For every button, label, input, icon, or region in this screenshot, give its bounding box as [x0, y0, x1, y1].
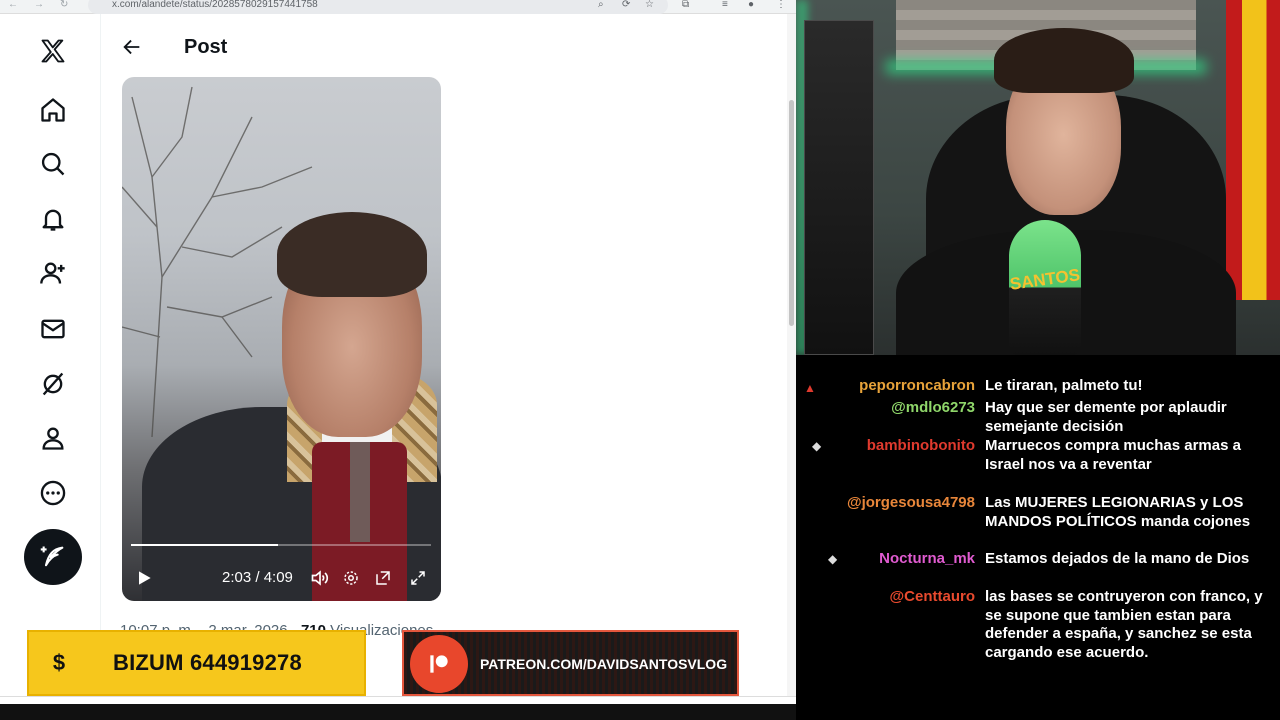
chat-text: Las MUJERES LEGIONARIAS y LOS MANDOS POL…	[985, 494, 1251, 530]
display-shelf	[804, 20, 874, 355]
chat-text: Estamos dejados de la mano de Dios	[985, 550, 1250, 567]
chat-username: Nocturna_mk	[879, 550, 975, 567]
screen: ← → ↻ x.com/alandete/status/202857802915…	[0, 0, 1280, 720]
bookmark-star-icon[interactable]: ☆	[645, 0, 654, 10]
video-time: 2:03 / 4:09	[222, 569, 293, 586]
messages-envelope-icon[interactable]	[30, 306, 76, 352]
patreon-banner: PATREON.COM/DAVIDSANTOSVLOG	[402, 630, 739, 696]
chat-username: peporroncabron	[859, 377, 975, 394]
hair-shape	[277, 212, 427, 297]
extensions-icon[interactable]: ⧉	[682, 0, 689, 10]
translate-icon[interactable]: ⟳	[622, 0, 630, 10]
page-scrollbar[interactable]	[787, 14, 796, 704]
settings-button[interactable]	[340, 566, 362, 590]
pip-button[interactable]	[372, 566, 394, 590]
fullscreen-button[interactable]	[407, 566, 429, 590]
menu-kebab-icon[interactable]: ⋮	[776, 0, 786, 10]
zoom-icon[interactable]: ⌕	[598, 0, 604, 10]
post-header: Post	[101, 14, 787, 76]
search-icon[interactable]	[30, 141, 76, 187]
chat-text: las bases se contruyeron con franco, y s…	[985, 588, 1263, 661]
gear-icon	[344, 571, 358, 585]
forward-nav-icon[interactable]: →	[34, 0, 44, 10]
chat-badge-icon: ◆	[812, 439, 822, 453]
back-nav-icon[interactable]: ←	[8, 0, 18, 10]
bizum-banner: $ BIZUM 644919278	[27, 630, 366, 696]
feather-plus-icon	[40, 546, 64, 567]
video-progress-bar[interactable]	[131, 544, 431, 546]
back-arrow-button[interactable]	[119, 34, 145, 60]
patreon-logo-icon	[410, 635, 468, 693]
patreon-label: PATREON.COM/DAVIDSANTOSVLOG	[480, 656, 728, 672]
live-chat: ▲ peporroncabron Le tiraran, palmeto tu!…	[796, 355, 1280, 720]
reload-icon[interactable]: ↻	[60, 0, 68, 10]
browser-window: ← → ↻ x.com/alandete/status/202857802915…	[0, 0, 796, 720]
scrollbar-thumb[interactable]	[789, 100, 794, 326]
notifications-bell-icon[interactable]	[30, 196, 76, 242]
url-field[interactable]: x.com/alandete/status/202857802915744175…	[88, 0, 668, 14]
home-icon[interactable]	[30, 87, 76, 133]
chat-username: @Centtauro	[889, 588, 975, 605]
address-bar: ← → ↻ x.com/alandete/status/202857802915…	[0, 0, 796, 14]
chat-text: Le tiraran, palmeto tu!	[985, 377, 1143, 394]
x-sidebar	[0, 14, 104, 704]
media-icon[interactable]: ≡	[722, 0, 728, 10]
volume-button[interactable]	[308, 566, 332, 590]
chat-text: Marruecos compra muchas armas a Israel n…	[985, 437, 1241, 473]
page-title: Post	[184, 36, 228, 58]
profile-avatar-icon[interactable]: ●	[748, 0, 754, 10]
play-icon	[139, 571, 151, 585]
dollar-icon: $	[52, 650, 66, 675]
chat-text: Hay que ser demente por aplaudir semejan…	[985, 399, 1227, 435]
tie-shape	[350, 442, 370, 542]
profile-icon[interactable]	[30, 415, 76, 461]
chat-username: @jorgesousa4798	[846, 494, 975, 511]
follow-user-icon[interactable]	[30, 250, 76, 296]
fullscreen-icon	[411, 571, 425, 585]
webcam-feed: SANTOS	[796, 0, 1280, 355]
column-divider	[100, 14, 101, 704]
more-options-icon[interactable]	[30, 470, 76, 516]
picture-in-picture-icon	[376, 571, 390, 585]
streamer-hair	[994, 28, 1134, 93]
grok-icon[interactable]	[30, 361, 76, 407]
compose-post-button[interactable]	[24, 529, 82, 585]
chat-username: bambinobonito	[866, 437, 975, 454]
chat-username: @mdlo6273	[891, 399, 975, 416]
chat-badge-icon: ▲	[804, 381, 816, 395]
spain-flag	[1226, 0, 1280, 300]
video-progress-fill	[131, 544, 278, 546]
taskbar-strip	[0, 704, 796, 720]
volume-icon	[311, 570, 329, 586]
video-player[interactable]	[122, 77, 441, 601]
play-button[interactable]	[133, 566, 155, 590]
back-arrow-icon	[123, 39, 140, 55]
bizum-label: BIZUM 644919278	[113, 650, 302, 675]
x-logo-icon[interactable]	[30, 28, 76, 74]
chat-badge-icon: ◆	[828, 552, 838, 566]
